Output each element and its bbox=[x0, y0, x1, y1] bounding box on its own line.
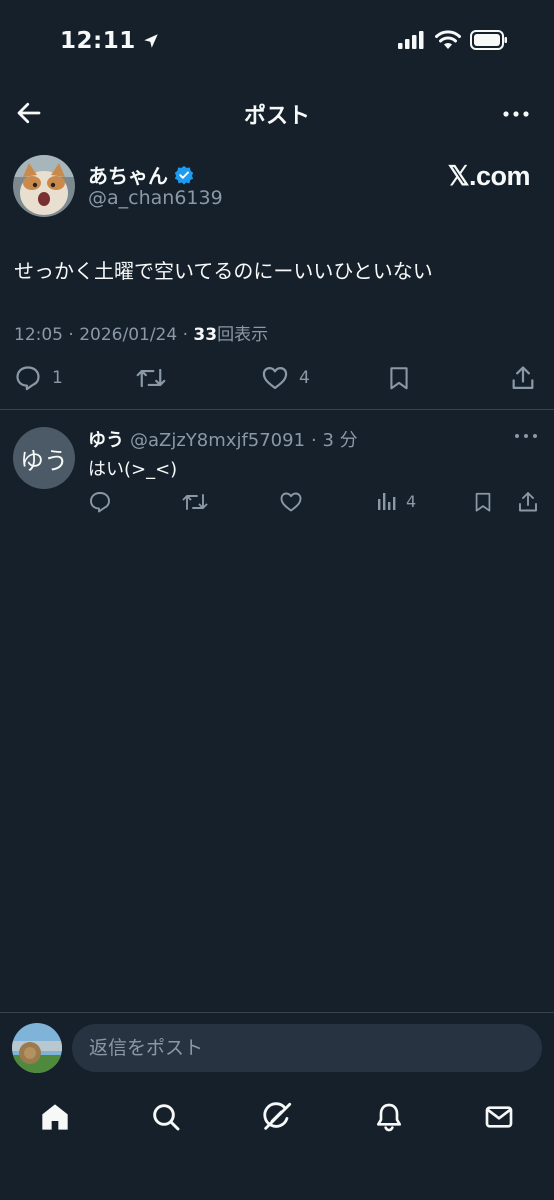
bookmark-icon bbox=[390, 367, 408, 390]
status-icons bbox=[398, 30, 508, 50]
heart-icon bbox=[262, 366, 288, 390]
share-button[interactable] bbox=[509, 364, 537, 392]
reply-more-button[interactable] bbox=[512, 426, 540, 446]
reply-header: ゆう @aZjzY8mxjf57091 · 3 分 bbox=[88, 426, 358, 452]
reply-view-count: 4 bbox=[406, 491, 417, 511]
grok-icon bbox=[263, 1102, 292, 1130]
analytics-icon bbox=[378, 493, 396, 510]
heart-icon bbox=[280, 492, 302, 512]
reply-reply-button[interactable] bbox=[88, 490, 112, 514]
more-horizontal-icon bbox=[503, 111, 529, 117]
landscape-avatar-image bbox=[12, 1023, 62, 1073]
bookmark-button[interactable] bbox=[386, 364, 412, 392]
author-avatar[interactable] bbox=[13, 155, 75, 217]
author-name[interactable]: あちゃん bbox=[88, 160, 194, 189]
reply-bookmark-button[interactable] bbox=[472, 490, 494, 514]
repost-button[interactable] bbox=[136, 364, 166, 392]
nav-search[interactable] bbox=[148, 1099, 184, 1135]
bell-icon bbox=[377, 1103, 401, 1132]
status-time-text: 12:11 bbox=[60, 28, 136, 54]
more-horizontal-icon bbox=[515, 434, 537, 438]
post-timestamp[interactable]: 12:05 · 2026/01/24 · bbox=[14, 325, 193, 345]
post-meta: 12:05 · 2026/01/24 · 33回表示 bbox=[14, 320, 268, 345]
wifi-icon bbox=[435, 30, 461, 49]
home-icon bbox=[42, 1104, 68, 1130]
share-icon bbox=[512, 366, 534, 390]
verified-badge-icon bbox=[174, 165, 194, 185]
reply-count: 1 bbox=[52, 368, 63, 388]
like-button[interactable]: 4 bbox=[261, 364, 310, 392]
view-count: 33 bbox=[193, 325, 218, 345]
reply-share-button[interactable] bbox=[516, 490, 540, 514]
reply-author-handle[interactable]: @aZjzY8mxjf57091 bbox=[130, 430, 305, 451]
status-time: 12:11 bbox=[60, 28, 160, 54]
reply-icon bbox=[90, 492, 110, 513]
reply-text: はい(>_<) bbox=[88, 459, 178, 480]
author-handle[interactable]: @a_chan6139 bbox=[88, 187, 223, 209]
reply-like-button[interactable] bbox=[279, 490, 303, 514]
reply-icon bbox=[16, 366, 40, 391]
bottom-nav bbox=[0, 1095, 554, 1139]
mail-icon bbox=[485, 1106, 513, 1128]
view-label: 回表示 bbox=[217, 325, 269, 345]
location-arrow-icon bbox=[143, 34, 158, 48]
reply-button[interactable]: 1 bbox=[14, 364, 63, 392]
post-text: せっかく土曜で空いてるのにーいいひといない bbox=[14, 259, 433, 283]
bookmark-icon bbox=[475, 492, 491, 512]
cat-avatar-image bbox=[13, 155, 75, 217]
share-icon bbox=[519, 492, 537, 512]
reply-views-button[interactable]: 4 bbox=[376, 490, 416, 512]
nav-messages[interactable] bbox=[481, 1099, 517, 1135]
reply-avatar[interactable]: ゆう bbox=[13, 427, 75, 489]
like-count: 4 bbox=[299, 368, 310, 388]
divider bbox=[0, 409, 554, 410]
compose-divider bbox=[0, 1012, 554, 1013]
repost-icon bbox=[182, 494, 208, 510]
reply-author-name[interactable]: ゆう bbox=[88, 426, 124, 452]
search-icon bbox=[153, 1104, 180, 1131]
post-actions: 1 4 bbox=[0, 364, 554, 398]
nav-grok[interactable] bbox=[259, 1099, 295, 1135]
more-options-button[interactable] bbox=[500, 100, 532, 128]
x-watermark: 𝕏.com bbox=[447, 161, 531, 191]
page-title: ポスト bbox=[243, 104, 310, 129]
battery-icon bbox=[470, 30, 507, 50]
reply-compose-input[interactable] bbox=[72, 1024, 542, 1072]
author-name-text: あちゃん bbox=[88, 164, 168, 188]
reply-repost-button[interactable] bbox=[182, 490, 208, 514]
nav-home[interactable] bbox=[37, 1099, 73, 1135]
signal-icon bbox=[398, 31, 424, 49]
repost-icon bbox=[136, 368, 166, 388]
reply-time[interactable]: · 3 分 bbox=[311, 426, 358, 452]
nav-notifications[interactable] bbox=[371, 1099, 407, 1135]
reply-avatar-text: ゆう bbox=[20, 446, 68, 475]
my-avatar[interactable] bbox=[12, 1023, 62, 1073]
